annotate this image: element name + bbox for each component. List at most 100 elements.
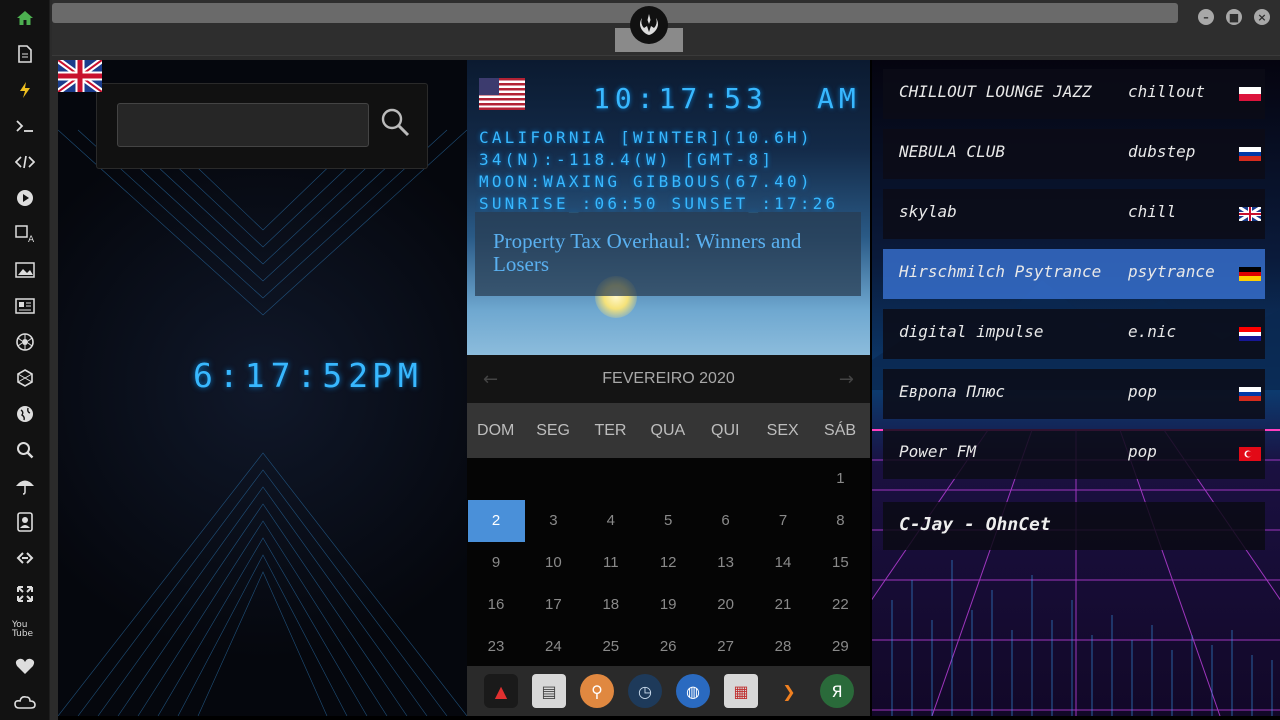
calendar-day[interactable]: 5: [640, 500, 697, 542]
station-row[interactable]: digital impulse e.nic: [883, 309, 1265, 359]
clock-icon[interactable]: ◷: [628, 674, 662, 708]
calendar-day[interactable]: 28: [755, 626, 812, 668]
station-genre: dubstep: [1128, 142, 1196, 161]
moon-info: MOON:WAXING GIBBOUS(67.40): [479, 172, 813, 191]
contacts-icon[interactable]: [12, 509, 38, 535]
station-row[interactable]: Европа Плюс pop: [883, 369, 1265, 419]
document-icon[interactable]: [12, 41, 38, 67]
station-row[interactable]: Power FM pop: [883, 429, 1265, 479]
calendar-day[interactable]: 27: [697, 626, 754, 668]
station-name: skylab: [899, 202, 957, 221]
rebel-alliance-icon[interactable]: [630, 6, 668, 44]
calendar-next-button[interactable]: →: [839, 369, 854, 390]
calendar-day[interactable]: 15: [812, 542, 869, 584]
calendar-day[interactable]: 1: [812, 458, 869, 500]
calendar-day[interactable]: 10: [525, 542, 582, 584]
station-genre: pop: [1128, 382, 1157, 401]
play-icon[interactable]: [12, 185, 38, 211]
calendar-day[interactable]: 19: [640, 584, 697, 626]
calendar-day[interactable]: 25: [582, 626, 639, 668]
yandex-icon[interactable]: Я: [820, 674, 854, 708]
app-dock: ▲ ▤ ⚲ ◷ ◍ ▦ ❯ Я: [467, 666, 870, 716]
globe-icon[interactable]: ◍: [676, 674, 710, 708]
address-bar[interactable]: [52, 3, 1178, 23]
globe-icon[interactable]: [12, 401, 38, 427]
calendar-day[interactable]: 11: [582, 542, 639, 584]
poland-flag-icon: [1239, 87, 1261, 101]
calendar-icon[interactable]: ▦: [724, 674, 758, 708]
calendar-day[interactable]: 20: [697, 584, 754, 626]
search-icon[interactable]: ⚲: [580, 674, 614, 708]
calendar-day[interactable]: 8: [812, 500, 869, 542]
news-icon[interactable]: [12, 293, 38, 319]
terminal-icon[interactable]: [12, 113, 38, 139]
calendar-header: ← FEVEREIRO 2020 →: [467, 355, 870, 403]
search-widget: [96, 83, 428, 169]
arch-icon[interactable]: ▲: [484, 674, 518, 708]
bolt-icon[interactable]: [12, 77, 38, 103]
dashboard-content: 6:17:52 PM 10:17:53 AM CALIFORNIA [WINTE…: [58, 60, 1280, 720]
heart-icon[interactable]: [12, 653, 38, 679]
calendar-day[interactable]: 26: [640, 626, 697, 668]
search-icon[interactable]: [12, 437, 38, 463]
station-row[interactable]: Hirschmilch Psytrance psytrance: [883, 249, 1265, 299]
code-icon[interactable]: [12, 149, 38, 175]
cloud-icon[interactable]: [12, 689, 38, 715]
calendar-weekdays: DOM SEG TER QUA QUI SEX SÁB: [467, 403, 870, 458]
calendar-day[interactable]: 16: [468, 584, 525, 626]
calendar-day[interactable]: 3: [525, 500, 582, 542]
calendar-day[interactable]: 18: [582, 584, 639, 626]
calendar-empty-cell: [755, 458, 812, 500]
now-playing-track: C-Jay - OhnCet: [899, 514, 1051, 535]
calendar-day[interactable]: 22: [812, 584, 869, 626]
app-sidebar: A You Tube: [0, 0, 50, 720]
search-button[interactable]: [379, 106, 411, 138]
station-genre: psytrance: [1128, 262, 1215, 281]
station-row[interactable]: NEBULA CLUB dubstep: [883, 129, 1265, 179]
calendar-day[interactable]: 17: [525, 584, 582, 626]
news-icon[interactable]: ▤: [532, 674, 566, 708]
uk-clock-ampm: PM: [372, 356, 424, 395]
expand-icon[interactable]: [12, 581, 38, 607]
link-icon[interactable]: [12, 545, 38, 571]
weekday-label: SÁB: [824, 422, 857, 439]
location-info: CALIFORNIA [WINTER](10.6H): [479, 128, 813, 147]
calendar-day[interactable]: 23: [468, 626, 525, 668]
sun-info: SUNRISE_:06:50 SUNSET_:17:26: [479, 194, 839, 213]
calendar-day[interactable]: 6: [697, 500, 754, 542]
news-ticker[interactable]: Property Tax Overhaul: Winners and Loser…: [475, 212, 861, 296]
close-button[interactable]: ×: [1254, 9, 1270, 25]
translate-icon[interactable]: A: [12, 221, 38, 247]
calendar-day[interactable]: 24: [525, 626, 582, 668]
weather-sky-widget: 10:17:53 AM CALIFORNIA [WINTER](10.6H) 3…: [467, 60, 870, 355]
coordinates-info: 34(N):-118.4(W) [GMT-8]: [479, 150, 775, 169]
aperture-icon[interactable]: [12, 329, 38, 355]
calendar-day[interactable]: 29: [812, 626, 869, 668]
home-icon[interactable]: [12, 5, 38, 31]
umbrella-icon[interactable]: [12, 473, 38, 499]
calendar-day[interactable]: 12: [640, 542, 697, 584]
news-headline[interactable]: Property Tax Overhaul: Winners and Loser…: [493, 230, 853, 276]
image-icon[interactable]: [12, 257, 38, 283]
calendar-day[interactable]: 7: [755, 500, 812, 542]
weekday-label: DOM: [477, 422, 515, 439]
calendar-empty-cell: [582, 458, 639, 500]
calendar-day[interactable]: 14: [755, 542, 812, 584]
station-row[interactable]: CHILLOUT LOUNGE JAZZ chillout: [883, 69, 1265, 119]
calendar-day[interactable]: 4: [582, 500, 639, 542]
calendar-day[interactable]: 9: [468, 542, 525, 584]
station-row[interactable]: skylab chill: [883, 189, 1265, 239]
youtube-icon[interactable]: You Tube: [12, 617, 38, 643]
turkey-flag-icon: [1239, 447, 1261, 461]
russia-flag-icon: [1239, 147, 1261, 161]
calendar-day[interactable]: 2: [467, 500, 525, 542]
hexagon-icon[interactable]: [12, 365, 38, 391]
arrow-icon[interactable]: ❯: [772, 674, 806, 708]
maximize-button[interactable]: ■: [1226, 9, 1242, 25]
calendar-empty-cell: [640, 458, 697, 500]
calendar-day[interactable]: 21: [755, 584, 812, 626]
search-input[interactable]: [117, 103, 369, 147]
weekday-label: SEG: [536, 422, 570, 439]
calendar-day[interactable]: 13: [697, 542, 754, 584]
minimize-button[interactable]: –: [1198, 9, 1214, 25]
